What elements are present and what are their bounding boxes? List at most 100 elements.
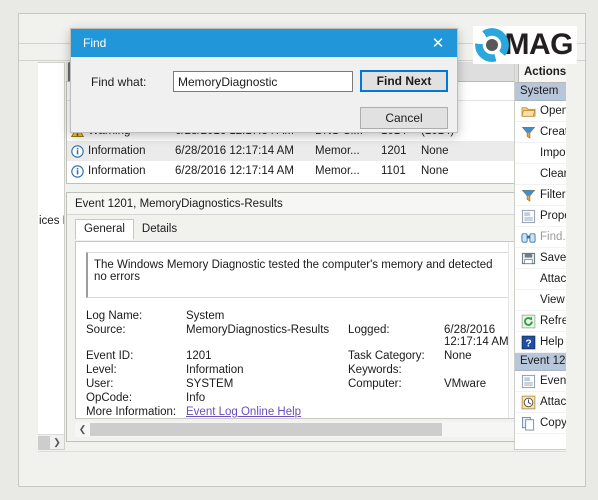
- filter-funnel-icon: [521, 189, 536, 202]
- cancel-button[interactable]: Cancel: [360, 107, 448, 129]
- action-filter-current-log[interactable]: Filter Current Log...: [515, 185, 566, 206]
- field-label-opcode: OpCode:: [86, 392, 133, 404]
- action-label: Import Custom View...: [540, 147, 566, 159]
- emag-logo-text: MAG: [504, 28, 574, 61]
- tree-scroll-thumb[interactable]: [38, 436, 50, 449]
- cell-level: Information: [71, 164, 175, 178]
- action-label: Refresh: [540, 315, 566, 327]
- table-row[interactable]: Information 6/28/2016 12:17:14 AM Memor.…: [67, 161, 532, 181]
- window-bottom-strip: [38, 451, 566, 473]
- cell-source: Memor...: [315, 145, 360, 157]
- action-refresh[interactable]: Refresh: [515, 311, 566, 332]
- field-value-user: SYSTEM: [186, 378, 234, 390]
- filter-funnel-icon: [521, 126, 536, 139]
- action-label: Clear Log...: [540, 168, 566, 180]
- actions-section-header-system: System: [515, 83, 566, 101]
- action-open-saved-log[interactable]: Open Saved Log...: [515, 101, 566, 122]
- event-log-online-help-link[interactable]: Event Log Online Help: [186, 406, 301, 418]
- action-label: Attach Task To This Event...: [540, 396, 566, 408]
- chevron-right-icon[interactable]: ❯: [50, 437, 64, 448]
- cell-date: 6/28/2016 12:17:14 AM: [175, 165, 294, 177]
- field-value-event-id: 1201: [186, 350, 212, 362]
- action-label: Open Saved Log...: [540, 105, 566, 117]
- action-label: Help: [540, 336, 564, 348]
- action-label: Save All Events As...: [540, 252, 566, 264]
- field-value-opcode: Info: [186, 392, 206, 404]
- tree-horizontal-scrollbar[interactable]: ❯: [38, 434, 64, 449]
- cell-level: Information: [71, 144, 175, 158]
- close-icon[interactable]: ✕: [423, 30, 453, 56]
- cell-event-id: 1101: [381, 165, 406, 177]
- chevron-left-icon[interactable]: ❮: [75, 424, 90, 435]
- cell-task-category: None: [421, 165, 449, 177]
- field-label-keywords: Keywords:: [348, 364, 402, 376]
- event-properties-icon: [521, 374, 536, 388]
- tab-details[interactable]: Details: [134, 220, 185, 239]
- binoculars-icon: [521, 232, 536, 243]
- action-attach-task-to-event[interactable]: Attach Task To This Event...: [515, 392, 566, 413]
- field-label-blank-6: [348, 406, 444, 418]
- clock-task-icon: [521, 395, 536, 409]
- tab-general[interactable]: General: [75, 219, 134, 240]
- tab-actions[interactable]: Actions: [518, 63, 566, 82]
- cell-source: Memor...: [315, 165, 360, 177]
- action-label: Attach a Task To this Log...: [540, 273, 566, 285]
- console-tree-pane[interactable]: ices Lo ❯: [38, 62, 65, 450]
- find-what-input[interactable]: [173, 71, 353, 92]
- action-create-custom-view[interactable]: Create Custom View...: [515, 122, 566, 143]
- field-label-computer: Computer:: [348, 378, 402, 390]
- find-dialog: Find ✕ Find what: Find Next Cancel: [70, 28, 458, 133]
- open-folder-icon: [521, 106, 536, 117]
- find-dialog-body: Find what: Find Next Cancel: [71, 57, 457, 134]
- action-label: Copy: [540, 417, 566, 429]
- action-label: Find...: [540, 231, 566, 243]
- action-label: Filter Current Log...: [540, 189, 566, 201]
- save-disk-icon: [521, 252, 536, 264]
- properties-icon: [521, 209, 536, 223]
- cell-level-text: Information: [88, 145, 146, 157]
- find-dialog-titlebar: Find ✕: [71, 29, 457, 57]
- emag-logo: MAG: [472, 26, 577, 64]
- action-clear-log[interactable]: Clear Log...: [515, 164, 566, 185]
- detail-horizontal-scrollbar[interactable]: ❮ ❯: [75, 422, 524, 437]
- action-import-custom-view[interactable]: Import Custom View...: [515, 143, 566, 164]
- table-row[interactable]: Information 6/28/2016 12:17:14 AM Memor.…: [67, 141, 532, 161]
- action-view[interactable]: View: [515, 290, 566, 311]
- action-save-all-events-as[interactable]: Save All Events As...: [515, 248, 566, 269]
- action-help[interactable]: ? Help: [515, 332, 566, 353]
- action-label: Properties: [540, 210, 566, 222]
- find-dialog-title: Find: [83, 36, 107, 50]
- help-icon: ?: [521, 335, 536, 349]
- action-properties[interactable]: Properties: [515, 206, 566, 227]
- cell-level-text: Information: [88, 165, 146, 177]
- action-label: Create Custom View...: [540, 126, 566, 138]
- tree-item-label[interactable]: ices Lo: [39, 215, 64, 227]
- event-detail-title: Event 1201, MemoryDiagnostics-Results: [75, 197, 283, 210]
- action-find[interactable]: Find...: [515, 227, 566, 248]
- cell-event-id: 1201: [381, 145, 407, 157]
- detail-hscroll-thumb[interactable]: [90, 423, 442, 436]
- action-copy[interactable]: Copy: [515, 413, 566, 434]
- field-value-level: Information: [186, 364, 244, 376]
- field-label-log-name: Log Name:: [86, 310, 143, 322]
- find-next-button[interactable]: Find Next: [360, 70, 448, 92]
- field-label-blank-0: [348, 310, 444, 322]
- field-label-user: User:: [86, 378, 114, 390]
- event-detail-header: Event 1201, MemoryDiagnostics-Results ✕: [67, 193, 532, 215]
- detail-hscroll-track[interactable]: [90, 423, 509, 436]
- actions-section-header-event: Event 1201, MemoryDiagnostics-Results: [515, 353, 566, 371]
- screenshot-root: MAG ices Lo ❯ System Lev: [0, 0, 598, 500]
- field-label-source: Source:: [86, 324, 126, 336]
- detail-tabs: General Details: [67, 215, 532, 240]
- find-what-label: Find what:: [91, 75, 147, 89]
- field-value-source: MemoryDiagnostics-Results: [186, 324, 330, 336]
- action-attach-task-to-log[interactable]: Attach a Task To this Log...: [515, 269, 566, 290]
- emag-circle-logo-icon: [474, 28, 509, 62]
- refresh-icon: [521, 314, 536, 328]
- action-event-properties[interactable]: Event Properties: [515, 371, 566, 392]
- actions-tab-strip: Actions: [515, 63, 566, 83]
- event-description: The Windows Memory Diagnostic tested the…: [86, 252, 513, 298]
- field-label-event-id: Event ID:: [86, 350, 134, 362]
- cell-task-category: None: [421, 145, 449, 157]
- field-label-logged: Logged:: [348, 324, 390, 336]
